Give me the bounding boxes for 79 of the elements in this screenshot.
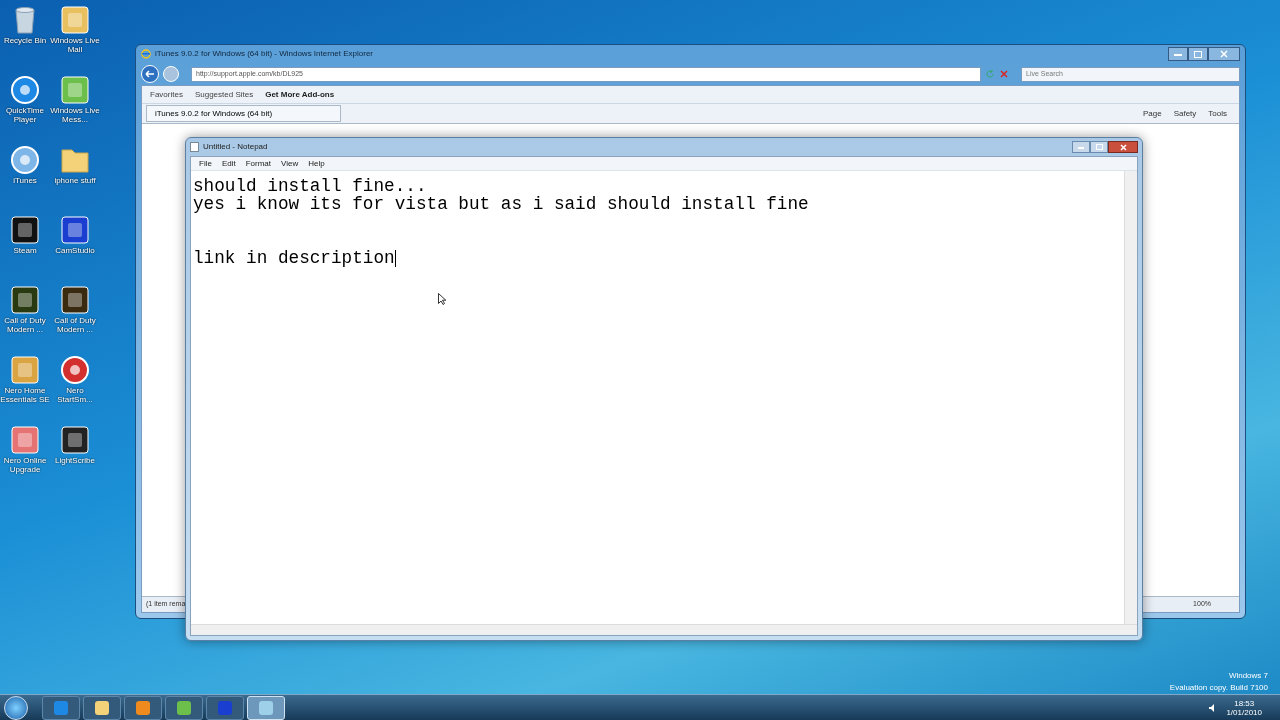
program-icon (217, 699, 233, 716)
taskbar-button[interactable] (124, 695, 162, 720)
back-arrow-icon (145, 70, 155, 78)
program-icon (53, 699, 69, 716)
desktop-icon-label[interactable]: iTunes (0, 176, 50, 185)
menu-item[interactable]: File (199, 157, 212, 170)
desktop-icon-label[interactable]: QuickTime Player (0, 106, 50, 124)
window-title: iTunes 9.0.2 for Windows (64 bit) - Windows Internet Explorer (155, 48, 373, 60)
desktop-icon-label[interactable]: Steam (0, 246, 50, 255)
close-icon (1119, 143, 1127, 151)
taskbar-button[interactable] (165, 695, 203, 720)
app-icon (59, 4, 91, 36)
minimize-button[interactable] (1168, 47, 1188, 61)
desktop-icon-label[interactable]: Nero Online Upgrade (0, 456, 50, 474)
program-icon (258, 699, 274, 716)
menu-item[interactable]: Edit (221, 157, 236, 170)
menu-item[interactable]: Help (308, 157, 325, 170)
desktop-icon-label[interactable]: iphone stuff (50, 176, 100, 185)
desktop-icon-label[interactable]: CamStudio (50, 246, 100, 255)
maximize-button[interactable] (1090, 141, 1108, 153)
menu-item[interactable]: Format (245, 157, 272, 170)
app-icon (9, 214, 41, 246)
command-bar-item[interactable]: Tools (1208, 107, 1227, 120)
app-icon (59, 284, 91, 316)
minimize-icon (1078, 145, 1084, 149)
favorites-bar-item[interactable]: Favorites (150, 88, 183, 101)
desktop-icon-label[interactable]: LightScribe (50, 456, 100, 465)
vertical-scrollbar[interactable] (1124, 171, 1137, 624)
start-button[interactable] (4, 695, 28, 720)
app-icon (9, 74, 41, 106)
minimize-button[interactable] (1072, 141, 1090, 153)
desktop-icon-label[interactable]: Call of Duty Modern ... (50, 316, 100, 334)
text-line: link in description (193, 249, 395, 267)
program-icon (94, 699, 110, 716)
stop-icon[interactable] (999, 69, 1009, 79)
app-icon (59, 214, 91, 246)
mouse-pointer-icon (438, 293, 446, 305)
command-bar-item[interactable]: Safety (1173, 107, 1197, 120)
horizontal-scrollbar[interactable] (191, 624, 1137, 635)
app-icon (59, 74, 91, 106)
app-icon (9, 144, 41, 176)
browser-logo-icon (141, 49, 151, 59)
text-line: should install fine... (193, 177, 427, 195)
desktop-icon-label[interactable]: Windows Live Mess... (50, 106, 100, 124)
browser-tab[interactable]: iTunes 9.0.2 for Windows (64 bit) (146, 105, 341, 122)
maximize-icon (1095, 144, 1103, 150)
text-line: yes i know its for vista but as i said should install fine (193, 195, 809, 213)
maximize-button[interactable] (1188, 47, 1208, 61)
command-bar-item[interactable]: Page (1142, 107, 1162, 120)
app-icon (59, 354, 91, 386)
app-icon (9, 354, 41, 386)
app-icon (59, 424, 91, 456)
window-title: Untitled - Notepad (203, 141, 268, 153)
evaluation-copy-text: Evaluation copy. Build 7100 (1169, 682, 1268, 694)
taskbar-button[interactable] (206, 695, 244, 720)
notepad-icon (190, 142, 199, 152)
forward-button[interactable] (163, 66, 179, 82)
desktop-icon-label[interactable]: Windows Live Mail (50, 36, 100, 54)
app-icon (9, 284, 41, 316)
clock-time: 18:53 (1234, 698, 1255, 708)
favorites-bar-item[interactable]: Suggested Sites (194, 88, 254, 101)
clock-date: 1/01/2010 (1226, 707, 1262, 717)
program-icon (135, 699, 151, 716)
program-icon (176, 699, 192, 716)
taskbar-button[interactable] (83, 695, 121, 720)
os-version-text: Windows 7 (1228, 670, 1268, 682)
favorites-bar-item[interactable]: Get More Add-ons (265, 88, 335, 101)
desktop-icon-label[interactable]: Recycle Bin (0, 36, 50, 45)
close-button[interactable] (1208, 47, 1240, 61)
close-button[interactable] (1108, 141, 1138, 153)
desktop-icon-label[interactable]: Call of Duty Modern ... (0, 316, 50, 334)
minimize-icon (1174, 52, 1182, 56)
desktop-icon-label[interactable]: Nero Home Essentials SE (0, 386, 50, 404)
app-icon (9, 424, 41, 456)
desktop-icon-label[interactable]: Nero StartSm... (50, 386, 100, 404)
menu-item[interactable]: View (281, 157, 299, 170)
back-button[interactable] (141, 65, 159, 83)
maximize-icon (1194, 50, 1202, 58)
close-icon (1220, 50, 1228, 58)
